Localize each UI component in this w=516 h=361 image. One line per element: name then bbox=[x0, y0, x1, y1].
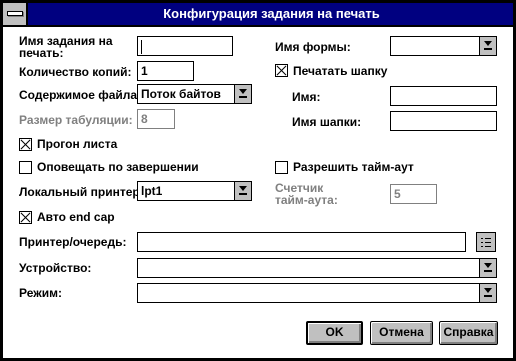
form-name-select[interactable] bbox=[390, 36, 497, 56]
copies-label: Количество копий: bbox=[19, 65, 132, 79]
system-menu-button[interactable] bbox=[3, 3, 28, 25]
copies-input[interactable]: 1 bbox=[137, 61, 194, 81]
allow-timeout-label: Разрешить тайм-аут bbox=[293, 160, 414, 174]
system-menu-icon bbox=[7, 11, 23, 16]
print-job-config-dialog: Конфигурация задания на печать Имя задан… bbox=[0, 0, 516, 361]
local-printer-label: Локальный принтер: bbox=[19, 185, 144, 199]
window-title: Конфигурация задания на печать bbox=[163, 6, 380, 21]
chevron-down-icon[interactable] bbox=[479, 259, 496, 277]
device-label: Устройство: bbox=[19, 261, 92, 275]
banner-title-input[interactable] bbox=[390, 111, 497, 131]
print-banner-checkbox[interactable] bbox=[275, 64, 288, 77]
tab-size-label: Размер табуляции: bbox=[19, 113, 133, 127]
printer-queue-label: Принтер/очередь: bbox=[19, 235, 127, 249]
banner-name-input[interactable] bbox=[390, 86, 497, 106]
job-name-label-line2: печать: bbox=[19, 46, 64, 60]
printer-queue-input[interactable] bbox=[137, 232, 466, 252]
file-content-label: Содержимое файла: bbox=[19, 88, 142, 102]
auto-endcap-label: Авто end cap bbox=[37, 210, 115, 224]
mode-label: Режим: bbox=[19, 286, 62, 300]
notify-checkbox[interactable] bbox=[19, 161, 32, 174]
print-banner-label: Печатать шапку bbox=[293, 64, 388, 78]
chevron-down-icon[interactable] bbox=[234, 182, 251, 200]
form-feed-label: Прогон листа bbox=[37, 137, 118, 151]
allow-timeout-checkbox[interactable] bbox=[275, 161, 288, 174]
form-feed-checkbox[interactable] bbox=[19, 138, 32, 151]
local-printer-select[interactable]: lpt1 bbox=[137, 181, 252, 201]
job-name-input[interactable] bbox=[137, 36, 233, 56]
mode-select[interactable] bbox=[137, 283, 497, 303]
timeout-counter-label-line2: тайм-аута: bbox=[275, 193, 338, 207]
chevron-down-icon[interactable] bbox=[234, 85, 251, 103]
cancel-button[interactable]: Отмена bbox=[370, 321, 433, 345]
ok-button[interactable]: OK bbox=[306, 321, 363, 345]
form-name-label: Имя формы: bbox=[275, 40, 351, 54]
timeout-counter-input: 5 bbox=[390, 184, 437, 204]
tab-size-input: 8 bbox=[137, 109, 175, 129]
file-content-value: Поток байтов bbox=[141, 87, 221, 101]
device-select[interactable] bbox=[137, 258, 497, 278]
auto-endcap-checkbox[interactable] bbox=[19, 211, 32, 224]
title-bar: Конфигурация задания на печать bbox=[3, 3, 513, 27]
local-printer-value: lpt1 bbox=[141, 184, 163, 198]
notify-label: Оповещать по завершении bbox=[37, 160, 199, 174]
chevron-down-icon[interactable] bbox=[479, 37, 496, 55]
browse-list-icon[interactable] bbox=[476, 232, 496, 252]
help-button[interactable]: Справка bbox=[439, 321, 498, 345]
banner-title-label: Имя шапки: bbox=[292, 115, 362, 129]
banner-name-label: Имя: bbox=[292, 90, 321, 104]
chevron-down-icon[interactable] bbox=[479, 284, 496, 302]
text-cursor bbox=[141, 39, 142, 54]
file-content-select[interactable]: Поток байтов bbox=[137, 84, 252, 104]
